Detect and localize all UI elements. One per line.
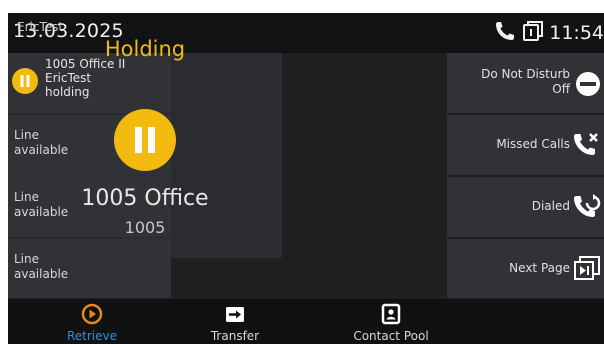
voicemail-icon — [521, 19, 545, 47]
clock-display: 11:54 — [549, 22, 604, 44]
dnd-label-state: Off — [552, 82, 570, 96]
line-label-title: Line — [14, 128, 40, 142]
caller-id: EricTest — [17, 20, 64, 34]
contact-pool-softkey[interactable]: Contact Pool — [331, 301, 451, 344]
line-key-4[interactable]: Line available — [8, 239, 171, 298]
line-key-1-info: 1005 Office II EricTest holding — [45, 57, 125, 99]
retrieve-label: Retrieve — [66, 329, 118, 343]
hold-icon — [114, 109, 176, 171]
dialed-key[interactable]: Dialed — [447, 177, 604, 237]
transfer-icon — [224, 303, 246, 329]
missed-call-icon — [571, 129, 601, 163]
missed-calls-label: Missed Calls — [496, 137, 570, 151]
line-label-status: available — [14, 143, 69, 157]
next-page-icon — [573, 255, 601, 285]
line-keys: 1005 Office II EricTest holding Line ava… — [8, 53, 171, 298]
next-page-label: Next Page — [509, 261, 570, 275]
line-key-label: Line available — [14, 128, 68, 158]
dialed-call-icon — [571, 191, 601, 225]
call-state: Holding — [104, 37, 186, 61]
line-caller: EricTest — [45, 71, 92, 85]
next-page-key[interactable]: Next Page — [447, 239, 604, 298]
line-label-status: available — [14, 267, 69, 281]
contact-pool-icon — [380, 303, 402, 329]
pause-icon — [12, 68, 38, 94]
line-key-label: Line available — [14, 252, 68, 282]
phone-screen: 13.03.2025 11:54 1005 Office II EricTest… — [8, 13, 604, 344]
do-not-disturb-icon — [575, 71, 601, 101]
missed-calls-key[interactable]: Missed Calls — [447, 115, 604, 175]
softkey-bar: Retrieve Transfer Contact Pool — [8, 299, 604, 344]
do-not-disturb-label: Do Not Disturb Off — [481, 67, 570, 97]
line-key-1[interactable]: 1005 Office II EricTest holding — [8, 53, 171, 113]
contact-pool-label: Contact Pool — [353, 329, 429, 343]
retrieve-softkey[interactable]: Retrieve — [32, 301, 152, 344]
do-not-disturb-key[interactable]: Do Not Disturb Off — [447, 53, 604, 113]
line-label-title: Line — [14, 252, 40, 266]
contact-number: 1005 — [124, 218, 166, 237]
dnd-label-title: Do Not Disturb — [481, 67, 570, 81]
line-state: holding — [45, 85, 90, 99]
dialed-label: Dialed — [531, 199, 570, 213]
contact-name: 1005 Office — [81, 186, 209, 211]
transfer-softkey[interactable]: Transfer — [175, 301, 295, 344]
status-bar-right: 11:54 — [493, 19, 604, 47]
phone-icon — [493, 19, 517, 47]
retrieve-icon — [81, 303, 103, 329]
transfer-label: Transfer — [210, 329, 260, 343]
programmable-keys: Do Not Disturb Off Missed Calls Dialed N… — [447, 53, 604, 298]
